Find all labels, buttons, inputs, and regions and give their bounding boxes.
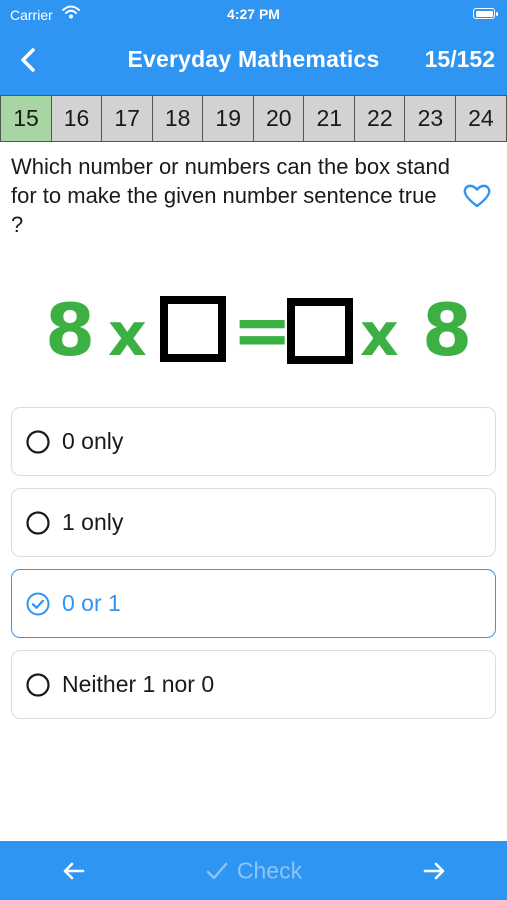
question-number-15[interactable]: 15	[0, 95, 53, 142]
answer-option[interactable]: Neither 1 nor 0	[11, 650, 496, 719]
radio-empty-icon	[26, 673, 50, 697]
equation-times-left: x	[108, 300, 147, 370]
question-number-19[interactable]: 19	[202, 95, 255, 142]
equation-right-number: 8	[422, 288, 472, 372]
question-number-20[interactable]: 20	[252, 95, 305, 142]
answer-option-label: Neither 1 nor 0	[62, 671, 215, 697]
question-number-22[interactable]: 22	[353, 95, 406, 142]
status-bar: Carrier 4:27 PM	[0, 0, 507, 30]
radio-empty-icon	[26, 430, 50, 454]
question-number-16[interactable]: 16	[50, 95, 103, 142]
question-counter: 15/152	[424, 46, 495, 72]
check-label: Check	[236, 857, 303, 884]
equation-equals: =	[232, 288, 292, 372]
question-number-23[interactable]: 23	[404, 95, 457, 142]
bottom-toolbar: Check	[0, 841, 507, 900]
favorite-button[interactable]	[462, 180, 492, 210]
answer-option[interactable]: 0 only	[11, 407, 496, 476]
equation-box-left	[160, 296, 226, 362]
answer-option-label: 0 only	[62, 428, 124, 454]
question-number-18[interactable]: 18	[151, 95, 204, 142]
battery-icon	[473, 8, 498, 19]
question-number-21[interactable]: 21	[303, 95, 356, 142]
question-number-strip: 15 16 17 18 19 20 21 22 23 24	[0, 95, 507, 142]
radio-checked-icon	[26, 592, 50, 616]
question-number-17[interactable]: 17	[101, 95, 154, 142]
answer-option[interactable]: 1 only	[11, 488, 496, 557]
nav-header: Carrier 4:27 PM Everyday Mathematics 15/…	[0, 0, 507, 95]
radio-empty-icon	[26, 511, 50, 535]
equation-times-right: x	[360, 300, 399, 370]
next-button[interactable]	[420, 857, 448, 885]
question-text: Which number or numbers can the box stan…	[11, 154, 451, 237]
question-number-24[interactable]: 24	[454, 95, 507, 142]
equation-box-right	[287, 298, 353, 364]
answer-option-label: 1 only	[62, 509, 124, 535]
answer-option-label: 0 or 1	[62, 590, 121, 616]
checkmark-icon	[206, 862, 228, 880]
answer-option[interactable]: 0 or 1	[11, 569, 496, 638]
equation-image: 8 x = x 8	[45, 288, 472, 372]
status-time: 4:27 PM	[227, 6, 280, 22]
equation-left-number: 8	[45, 288, 95, 372]
